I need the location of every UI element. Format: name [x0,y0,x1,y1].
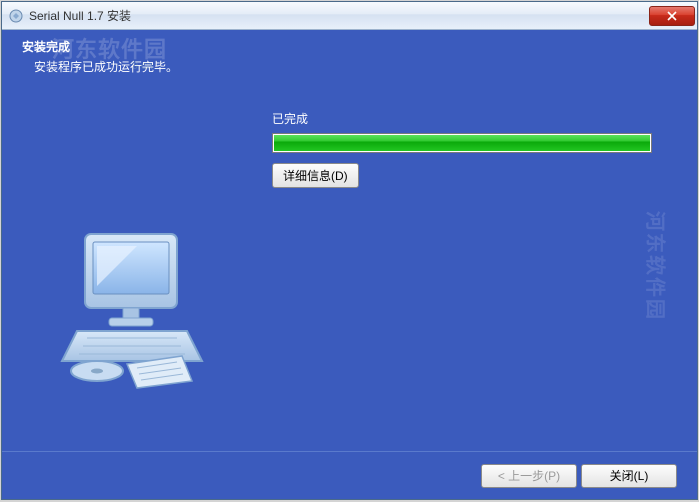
status-label: 已完成 [272,110,667,127]
close-button[interactable] [649,6,695,26]
header-subtitle: 安装程序已成功运行完毕。 [22,58,677,75]
installer-window: Serial Null 1.7 安装 河东软件园 9.cn 安装完成 安装程序已… [1,1,698,500]
details-button[interactable]: 详细信息(D) [272,163,359,188]
left-panel [2,80,272,451]
progress-bar-track [272,133,652,153]
titlebar: Serial Null 1.7 安装 [2,2,697,30]
back-button: < 上一步(P) [481,464,577,488]
progress-bar-fill [274,135,650,151]
right-panel: 已完成 详细信息(D) [272,80,697,451]
close-action-button[interactable]: 关闭(L) [581,464,677,488]
header-title: 安装完成 [22,38,677,55]
footer: < 上一步(P) 关闭(L) [2,451,697,499]
window-title: Serial Null 1.7 安装 [29,7,649,24]
content-area: 河东软件园 [2,80,697,451]
header-panel: 河东软件园 9.cn 安装完成 安装程序已成功运行完毕。 [2,30,697,80]
computer-illustration [47,216,227,396]
app-icon [8,8,24,24]
